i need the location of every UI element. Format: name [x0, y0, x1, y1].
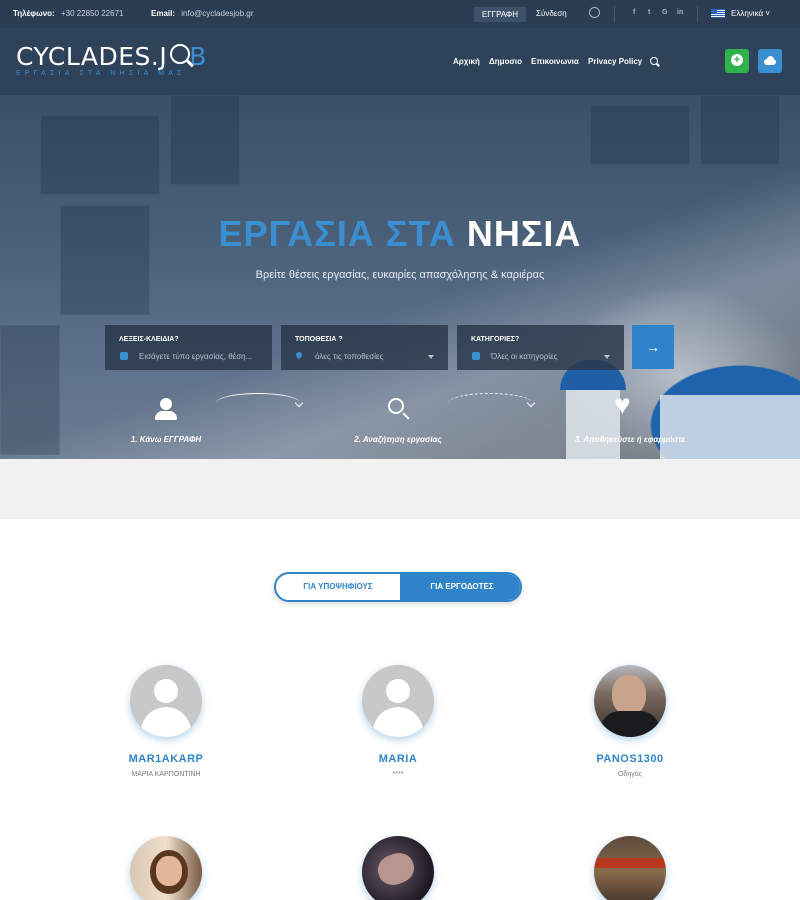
language-label: Ελληνικά [731, 9, 764, 18]
email-info: Email: info@cycladesjob.gr [151, 9, 253, 18]
hero-title-part-1: ΕΡΓΑΣΙΑ ΣΤΑ [218, 213, 456, 254]
search-step-icon-handle [402, 412, 410, 420]
avatar[interactable] [594, 836, 666, 900]
twitter-icon[interactable]: t [648, 9, 650, 16]
gray-band [0, 459, 800, 519]
email-link[interactable]: info@cycladesjob.gr [181, 9, 253, 18]
step-label: 2. Αναζήτηση εργασίας [354, 435, 442, 444]
profile-name[interactable]: MAR1AKARP [66, 753, 266, 765]
step-label: 3. Αποθηκεύστε ή εφαρμόστε [574, 435, 686, 444]
map-pin-icon [294, 350, 304, 360]
profile-card[interactable]: PANOS1300 Οδηγός [530, 665, 730, 785]
profile-card[interactable] [530, 836, 730, 900]
nav-item-privacy[interactable]: Privacy Policy [588, 57, 642, 66]
phone-number[interactable]: +30 22850 22671 [61, 9, 124, 18]
divider [614, 6, 615, 22]
bell-tower [566, 385, 620, 459]
briefcase-icon [472, 352, 480, 360]
nav-item-contact[interactable]: Επικοινωνια [531, 57, 579, 66]
logo-tagline: ΕΡΓΑΣΙΑ ΣΤΑ ΝΗΣΙΑ ΜΑΣ [16, 70, 186, 77]
chevron-down-icon [428, 355, 434, 359]
edit-icon [120, 352, 128, 360]
site-logo[interactable]: CYCLADES.J B ΕΡΓΑΣΙΑ ΣΤΑ ΝΗΣΙΑ ΜΑΣ [16, 42, 207, 77]
hero-title-part-2: ΝΗΣΙΑ [466, 213, 582, 254]
profile-name[interactable]: MARIA [298, 753, 498, 765]
profile-card[interactable]: MAR1AKARP ΜΑΡΙΑ ΚΑΡΠΟΝΤΙΝΗ [66, 665, 266, 785]
hero-section: ΕΡΓΑΣΙΑ ΣΤΑ ΝΗΣΙΑ Βρείτε θέσεις εργασίας… [0, 95, 800, 459]
step-label: 1. Κάνω ΕΓΓΡΑΦΗ [130, 435, 202, 444]
audience-toggle[interactable]: ΓΙΑ ΥΠΟΨΗΦΙΟΥΣ ΓΙΑ ΕΡΓΟΔΟΤΕΣ [274, 572, 522, 602]
location-field[interactable]: ΤΟΠΟΘΕΣΙΑ ? όλες τις τοποθεσίες [281, 325, 448, 370]
categories-select[interactable]: Όλες οι κατηγορίες [491, 352, 558, 361]
step-arrow [216, 393, 300, 413]
phone-info: Τηλέφωνο: +30 22850 22671 [13, 9, 123, 18]
tab-employers[interactable]: ΓΙΑ ΕΡΓΟΔΟΤΕΣ [400, 574, 520, 600]
profile-card[interactable]: MARIA **** [298, 665, 498, 785]
search-step-icon [388, 398, 404, 414]
hero-subtitle: Βρείτε θέσεις εργασίας, ευκαιρίες απασχό… [255, 269, 545, 281]
profile-card[interactable] [66, 836, 266, 900]
register-button[interactable]: ΕΓΓΡΑΦΗ [448, 7, 526, 31]
avatar[interactable] [130, 665, 202, 737]
globe-icon[interactable] [589, 7, 600, 18]
facebook-icon[interactable]: f [633, 9, 635, 16]
email-label: Email: [151, 9, 176, 18]
avatar[interactable] [130, 836, 202, 900]
profile-role: ΜΑΡΙΑ ΚΑΡΠΟΝΤΙΝΗ [131, 771, 201, 778]
divider [697, 6, 698, 22]
language-selector[interactable]: Ελληνικά ˅ [731, 9, 770, 18]
main-navbar: CYCLADES.J B ΕΡΓΑΣΙΑ ΣΤΑ ΝΗΣΙΑ ΜΑΣ Αρχική… [0, 28, 800, 95]
logo-name: CYCLADES.J [16, 42, 168, 71]
keywords-label: ΛΕΞΕΙΣ-ΚΛΕΙΔΙΑ? [119, 336, 179, 343]
search-submit-button[interactable]: → [632, 325, 674, 369]
phone-label: Τηλέφωνο: [13, 9, 55, 18]
background-tile [170, 95, 240, 185]
location-select[interactable]: όλες τις τοποθεσίες [315, 352, 383, 361]
google-icon[interactable]: G [662, 9, 667, 16]
cloud-upload-button[interactable] [758, 49, 782, 73]
background-tile [0, 325, 60, 455]
avatar[interactable] [362, 836, 434, 900]
categories-label: ΚΑΤΗΓΟΡΙΕΣ? [471, 336, 520, 343]
categories-field[interactable]: ΚΑΤΗΓΟΡΙΕΣ? Όλες οι κατηγορίες [457, 325, 624, 370]
chevron-down-icon [604, 355, 610, 359]
login-link[interactable]: Σύνδεση [536, 9, 567, 18]
linkedin-icon[interactable]: in [677, 9, 683, 16]
profile-card[interactable] [298, 836, 498, 900]
greek-flag-icon [711, 9, 725, 18]
profile-name[interactable]: PANOS1300 [530, 753, 730, 765]
location-label: ΤΟΠΟΘΕΣΙΑ ? [295, 336, 343, 343]
background-tile [700, 95, 780, 165]
magnifier-logo-icon [170, 44, 190, 64]
keywords-input[interactable]: Εισάγετε τύπο εργασίας, θέση... [139, 352, 252, 361]
nav-item-post[interactable]: Δημοσιο [489, 57, 522, 66]
church-building [660, 395, 800, 459]
keywords-field[interactable]: ΛΕΞΕΙΣ-ΚΛΕΙΔΙΑ? Εισάγετε τύπο εργασίας, … [105, 325, 272, 370]
hero-title: ΕΡΓΑΣΙΑ ΣΤΑ ΝΗΣΙΑ [0, 213, 800, 255]
avatar[interactable] [594, 665, 666, 737]
user-icon-body [155, 411, 177, 420]
heart-icon: ♥ [614, 389, 631, 420]
search-icon[interactable] [650, 57, 658, 65]
user-icon [160, 398, 172, 410]
background-tile [40, 115, 160, 195]
step-arrow [448, 393, 532, 413]
nav-item-home[interactable]: Αρχική [453, 57, 480, 66]
profile-role: Οδηγός [617, 771, 642, 778]
profile-role: **** [392, 771, 404, 778]
avatar[interactable] [362, 665, 434, 737]
background-tile [590, 105, 690, 165]
tab-candidates[interactable]: ΓΙΑ ΥΠΟΨΗΦΙΟΥΣ [276, 574, 400, 600]
top-bar: Τηλέφωνο: +30 22850 22671 Email: info@cy… [0, 0, 800, 31]
add-button[interactable] [725, 49, 749, 73]
